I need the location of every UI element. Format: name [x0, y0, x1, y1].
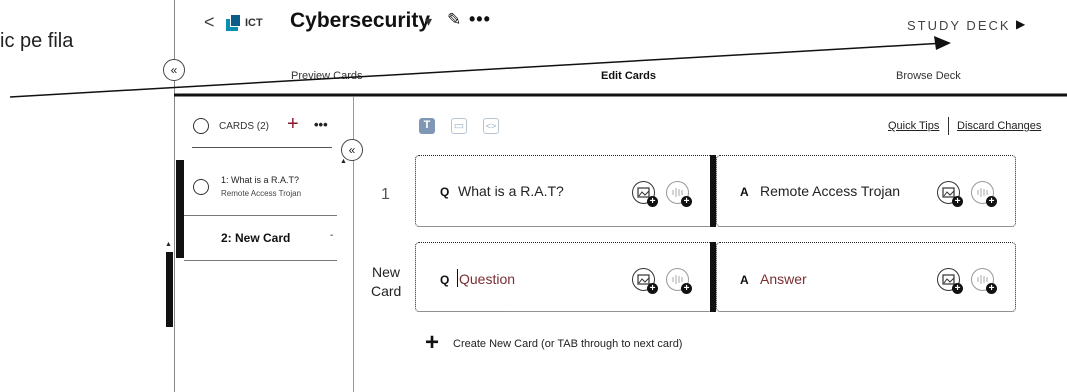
sidebar-header-rule: [192, 147, 332, 148]
sidebar-item-card-1-subtitle: Remote Access Trojan: [221, 189, 302, 198]
quick-tips-link[interactable]: Quick Tips: [888, 120, 939, 132]
row-1-number: 1: [381, 186, 390, 203]
new-card-question-placeholder[interactable]: Question: [459, 271, 515, 287]
annotation-arrowhead: [934, 36, 951, 50]
row-2-number-line2: Card: [371, 283, 402, 299]
add-image-icon[interactable]: +: [937, 268, 963, 294]
discard-changes-link[interactable]: Discard Changes: [957, 120, 1041, 132]
layout-mode-button[interactable]: ▭: [451, 118, 467, 134]
create-new-card-button[interactable]: Create New Card (or TAB through to next …: [453, 338, 682, 350]
sidebar-item-rule: [184, 215, 337, 216]
sidebar-more-icon[interactable]: •••: [314, 117, 328, 132]
page-scrollbar-thumb[interactable]: [166, 252, 173, 327]
create-card-plus-icon[interactable]: +: [425, 331, 439, 355]
cards-count-label: CARDS (2): [219, 121, 270, 132]
question-label: Q: [440, 273, 450, 287]
text-mode-button[interactable]: T: [419, 118, 435, 134]
add-audio-icon[interactable]: +: [971, 181, 997, 207]
add-card-button[interactable]: +: [287, 113, 299, 136]
sidebar-item-card-1-title[interactable]: 1: What is a R.A.T?: [221, 175, 299, 185]
text-cursor: [457, 269, 458, 287]
annotation-arrow-line: [9, 42, 946, 98]
sidebar-scrollbar-thumb[interactable]: [176, 160, 184, 258]
sidebar-item-rule-2: [184, 260, 337, 261]
card-1-answer-text[interactable]: Remote Access Trojan: [760, 183, 900, 199]
code-mode-button[interactable]: <>: [483, 118, 499, 134]
link-separator: [948, 117, 949, 135]
add-audio-icon[interactable]: +: [666, 268, 692, 294]
drag-handle-icon[interactable]: -: [330, 230, 333, 241]
row-2-number-line1: New: [372, 264, 401, 280]
sidebar-item-card-2-title[interactable]: 2: New Card: [221, 231, 290, 245]
add-audio-icon[interactable]: +: [666, 181, 692, 207]
answer-label: A: [740, 185, 749, 199]
add-image-icon[interactable]: +: [632, 181, 658, 207]
card-1-checkbox[interactable]: [193, 179, 209, 195]
question-label: Q: [440, 185, 450, 199]
card-1-question-text[interactable]: What is a R.A.T?: [458, 183, 564, 199]
answer-label: A: [740, 273, 749, 287]
add-image-icon[interactable]: +: [937, 181, 963, 207]
add-audio-icon[interactable]: +: [971, 268, 997, 294]
add-image-icon[interactable]: +: [632, 268, 658, 294]
select-all-checkbox[interactable]: [193, 118, 209, 134]
new-card-answer-placeholder[interactable]: Answer: [760, 271, 807, 287]
scroll-up-icon[interactable]: ▲: [165, 241, 172, 248]
sidebar-scroll-up-icon[interactable]: ▲: [340, 158, 347, 165]
